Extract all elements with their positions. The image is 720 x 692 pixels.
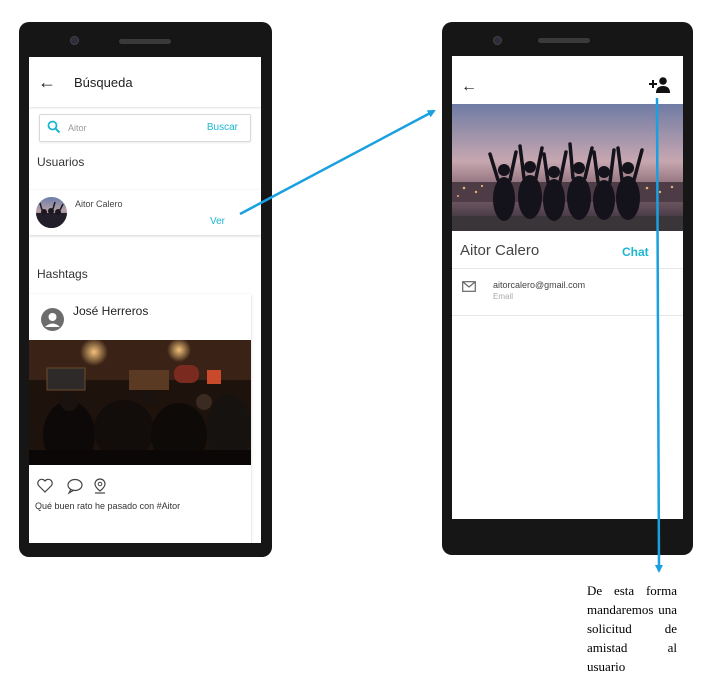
arrow-to-profile [239, 109, 436, 216]
annotation-text: De esta forma mandaremos una solicitud d… [587, 583, 677, 674]
arrow-to-annotation [654, 97, 663, 573]
